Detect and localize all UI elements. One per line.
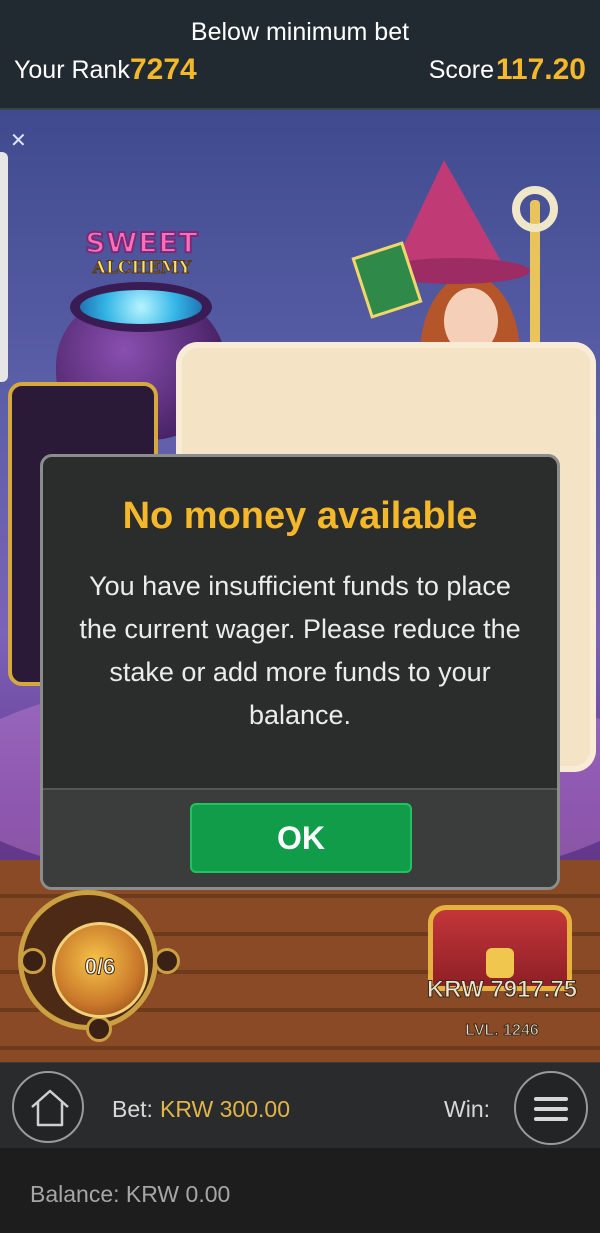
balance-bar: Balance: KRW 0.00 bbox=[0, 1148, 600, 1233]
chest-amount: KRW 7917.75 bbox=[426, 976, 578, 1004]
dialog-message: You have insufficient funds to place the… bbox=[79, 571, 521, 730]
home-button[interactable] bbox=[12, 1071, 84, 1143]
bet-status-text: Below minimum bet bbox=[190, 18, 410, 46]
score-label: Score bbox=[428, 56, 494, 84]
menu-button[interactable] bbox=[514, 1071, 588, 1145]
meter-gem-icon bbox=[86, 1016, 112, 1042]
witch-staff-swirl bbox=[512, 186, 558, 232]
balance-text: Balance: KRW 0.00 bbox=[30, 1181, 231, 1207]
rank-label: Your Rank bbox=[14, 56, 130, 84]
chest-lock bbox=[486, 948, 514, 978]
meter-gem-icon bbox=[20, 948, 46, 974]
tournament-bar: Below minimum bet Your Rank 7274 Score 1… bbox=[0, 0, 600, 110]
side-panel-tab[interactable] bbox=[0, 152, 8, 382]
cauldron-swirl bbox=[80, 290, 202, 324]
bottom-control-bar: Bet: KRW 300.00 Win: bbox=[0, 1062, 600, 1148]
bet-value: KRW 300.00 bbox=[160, 1096, 290, 1122]
dialog-title: No money available bbox=[122, 495, 478, 537]
rank-value: 7274 bbox=[130, 53, 197, 86]
logo-text-sweet: SWEET bbox=[84, 225, 199, 260]
witch-hat bbox=[392, 160, 506, 270]
home-icon bbox=[31, 1089, 69, 1127]
meter-gem-icon bbox=[154, 948, 180, 974]
logo-text-alchemy: ALCHEMY bbox=[92, 258, 192, 279]
bet-label: Bet: bbox=[112, 1096, 153, 1122]
win-label: Win: bbox=[444, 1096, 490, 1122]
close-sparkle-icon: ✕ bbox=[10, 130, 27, 152]
no-money-dialog: No money available You have insufficient… bbox=[40, 454, 560, 890]
score-value: 117.20 bbox=[495, 53, 586, 86]
ok-button[interactable]: OK bbox=[190, 803, 412, 873]
chest-level: LVL. 1246 bbox=[465, 1022, 540, 1040]
game-logo: SWEET ALCHEMY bbox=[66, 222, 218, 284]
meter-count: 0/6 bbox=[84, 954, 116, 980]
